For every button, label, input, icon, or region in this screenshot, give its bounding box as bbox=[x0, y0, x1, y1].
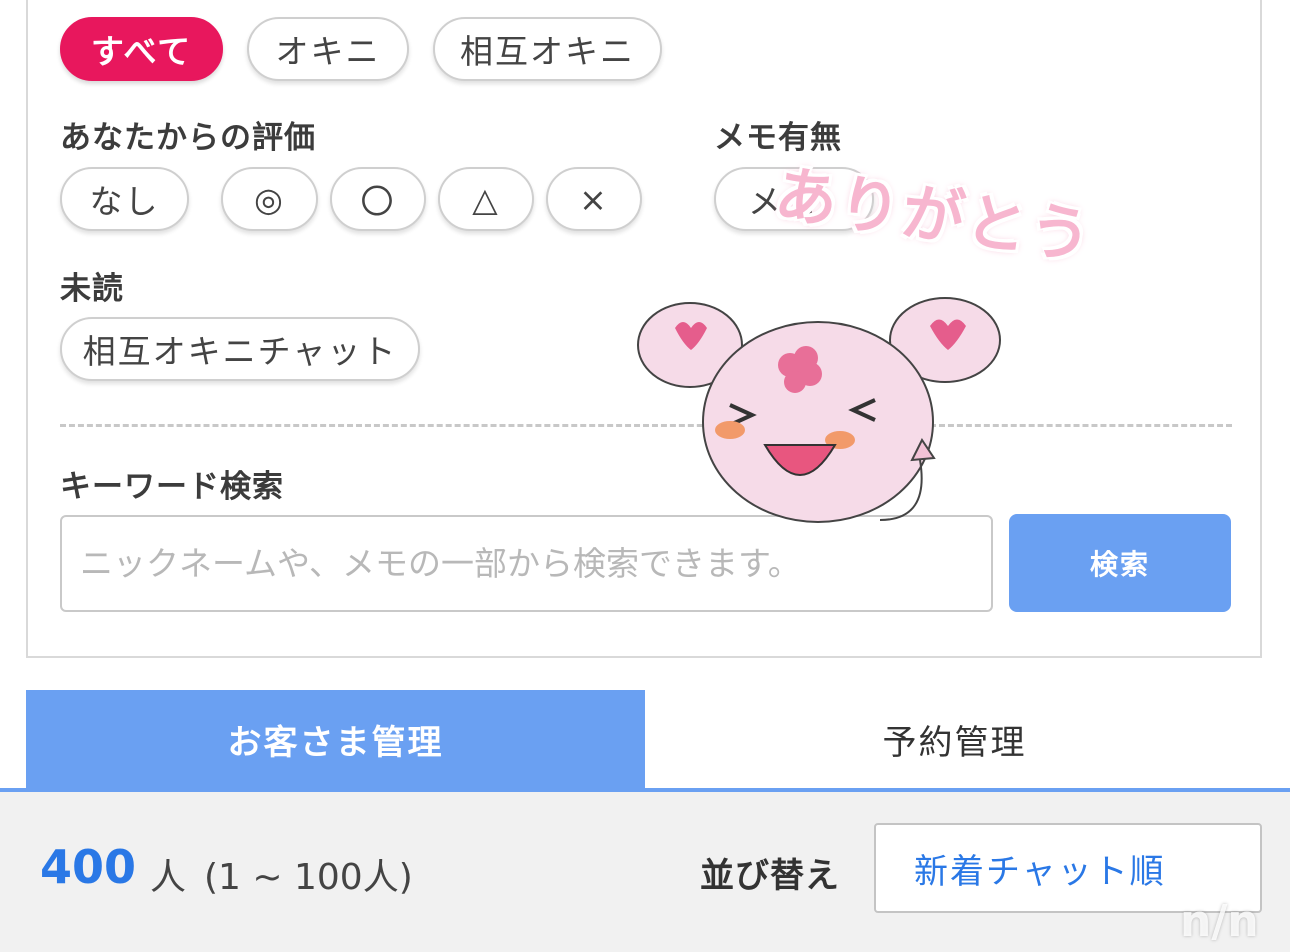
tab-reservation-management[interactable]: 予約管理 bbox=[645, 690, 1264, 788]
unread-mutual-chat-button[interactable]: 相互オキニチャット bbox=[60, 317, 420, 381]
sort-label: 並び替え bbox=[700, 856, 840, 896]
filter-mutual-okini-button[interactable]: 相互オキニ bbox=[433, 17, 662, 81]
result-count-unit: 人 bbox=[150, 857, 187, 898]
unread-label: 未読 bbox=[60, 271, 124, 307]
rating-double-circle-button[interactable]: ◎ bbox=[221, 167, 318, 231]
keyword-search-label: キーワード検索 bbox=[60, 469, 284, 505]
rating-triangle-button[interactable]: △ bbox=[438, 167, 534, 231]
rating-circle-button[interactable]: 〇 bbox=[330, 167, 426, 231]
result-count: 400 bbox=[40, 840, 137, 894]
filter-all-button[interactable]: すべて bbox=[60, 17, 223, 81]
tab-customer-management[interactable]: お客さま管理 bbox=[26, 690, 645, 788]
filter-okini-button[interactable]: オキニ bbox=[247, 17, 409, 81]
rating-cross-button[interactable]: × bbox=[546, 167, 642, 231]
rating-none-button[interactable]: なし bbox=[60, 167, 189, 231]
result-range: (1 ~ 100人) bbox=[204, 857, 413, 898]
rating-label: あなたからの評価 bbox=[60, 120, 316, 156]
watermark-logo: n/n bbox=[1180, 896, 1259, 947]
